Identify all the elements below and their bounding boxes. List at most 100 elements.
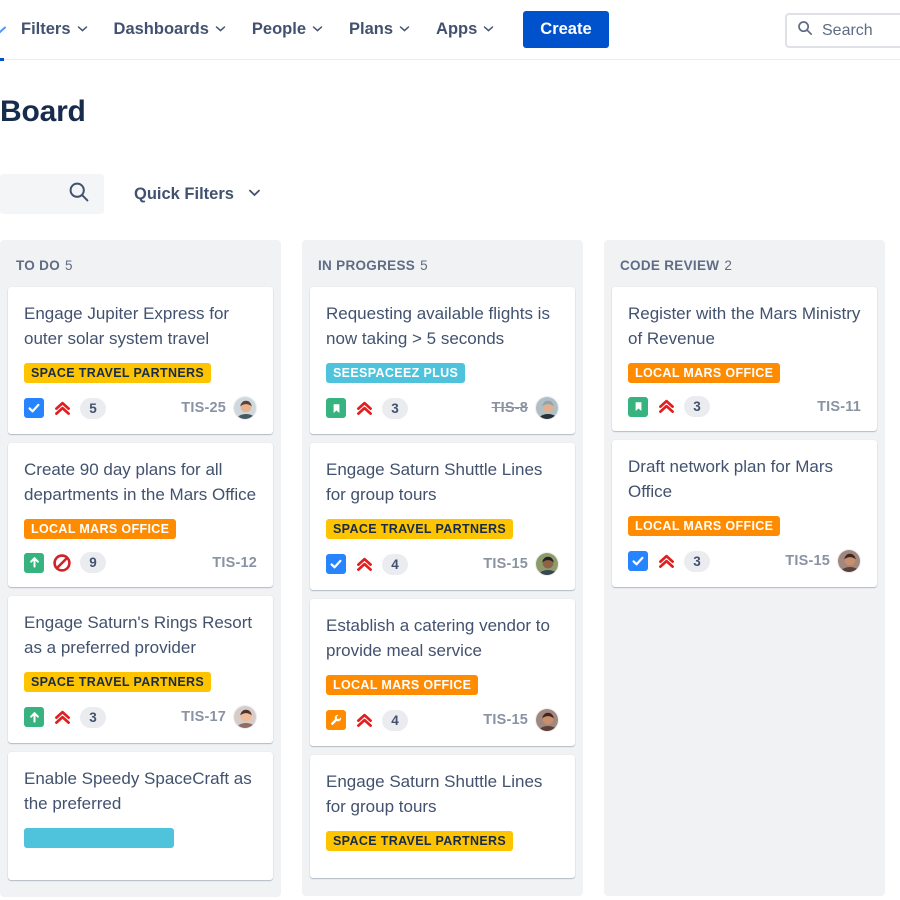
board-card[interactable]: Engage Jupiter Express for outer solar s… xyxy=(8,287,273,434)
card-footer: 5 TIS-25 xyxy=(24,396,257,420)
story-points-badge[interactable]: 4 xyxy=(382,553,408,575)
page-title: Board xyxy=(0,95,86,128)
board-column: IN PROGRESS 5 Requesting available flights… xyxy=(302,240,583,896)
chevron-down-icon xyxy=(248,185,261,204)
search-icon xyxy=(797,20,813,41)
board-card[interactable]: Engage Saturn Shuttle Lines for group to… xyxy=(310,443,575,590)
card-footer-right: TIS-11 xyxy=(817,399,861,415)
issue-key[interactable]: TIS-25 xyxy=(181,400,226,416)
active-tab-indicator xyxy=(0,57,4,61)
avatar[interactable] xyxy=(535,396,559,420)
card-footer-right: TIS-25 xyxy=(181,396,257,420)
story-points-badge[interactable]: 4 xyxy=(382,709,408,731)
task-checkbox-icon xyxy=(326,554,346,574)
card-title: Create 90 day plans for all departments … xyxy=(24,460,257,504)
card-footer: 3 TIS-11 xyxy=(628,396,861,417)
card-title: Enable Speedy SpaceCraft as the preferre… xyxy=(24,769,252,813)
card-title: Requesting available flights is now taki… xyxy=(326,304,550,348)
avatar[interactable] xyxy=(233,705,257,729)
card-label[interactable]: LOCAL MARS OFFICE xyxy=(326,675,479,695)
card-title: Engage Saturn Shuttle Lines for group to… xyxy=(326,772,543,816)
issue-key[interactable]: TIS-11 xyxy=(817,399,861,415)
avatar[interactable] xyxy=(837,549,861,573)
priority-highest-icon xyxy=(656,551,676,571)
chevron-down-icon xyxy=(77,20,88,39)
board-column: CODE REVIEW 2 Register with the Mars Minis… xyxy=(604,240,885,896)
card-label[interactable]: SPACE TRAVEL PARTNERS xyxy=(326,519,514,539)
card-label[interactable]: SPACE TRAVEL PARTNERS xyxy=(24,672,212,692)
issue-key[interactable]: TIS-8 xyxy=(492,400,528,416)
chevron-down-icon xyxy=(312,20,323,39)
quick-filters-label: Quick Filters xyxy=(134,184,234,203)
board-card[interactable]: Draft network plan for Mars Office LOCAL … xyxy=(612,440,877,587)
card-footer: 4 TIS-15 xyxy=(326,552,559,576)
card-title: Engage Saturn's Rings Resort as a prefer… xyxy=(24,613,253,657)
column-card-count: 2 xyxy=(724,258,733,273)
story-points-badge[interactable]: 5 xyxy=(80,397,106,419)
create-button[interactable]: Create xyxy=(523,11,609,48)
story-points-badge[interactable]: 3 xyxy=(684,550,710,572)
board-card[interactable]: Establish a catering vendor to provide m… xyxy=(310,599,575,746)
avatar[interactable] xyxy=(535,552,559,576)
nav-item-dashboards[interactable]: Dashboards xyxy=(101,0,239,60)
nav-item-people[interactable]: People xyxy=(239,0,336,60)
card-footer-right: TIS-15 xyxy=(785,549,861,573)
story-points-badge[interactable]: 9 xyxy=(80,552,106,573)
column-header: TO DO 5 xyxy=(8,240,273,287)
nav-item-label: Filters xyxy=(21,20,71,38)
maintenance-wrench-icon xyxy=(326,710,346,730)
board-card[interactable]: Create 90 day plans for all departments … xyxy=(8,443,273,587)
story-points-badge[interactable]: 3 xyxy=(684,396,710,417)
priority-highest-icon xyxy=(354,398,374,418)
story-points-badge[interactable]: 3 xyxy=(382,397,408,419)
card-label[interactable]: LOCAL MARS OFFICE xyxy=(628,363,781,383)
board-card[interactable]: Engage Saturn's Rings Resort as a prefer… xyxy=(8,596,273,743)
board-card[interactable]: Enable Speedy SpaceCraft as the preferre… xyxy=(8,752,273,880)
card-label[interactable] xyxy=(24,828,174,848)
kanban-board: TO DO 5 Engage Jupiter Express for outer s… xyxy=(0,240,900,897)
card-footer: 4 TIS-15 xyxy=(326,708,559,732)
global-search-input[interactable]: Search xyxy=(785,13,900,48)
issue-key[interactable]: TIS-15 xyxy=(785,553,830,569)
page-header: Board xyxy=(0,60,900,130)
board-card[interactable]: Register with the Mars Ministry of Reven… xyxy=(612,287,877,431)
card-title: Engage Saturn Shuttle Lines for group to… xyxy=(326,460,543,504)
board-search-input[interactable] xyxy=(0,174,104,214)
nav-item-filters[interactable]: Filters xyxy=(8,0,101,60)
priority-highest-icon xyxy=(354,554,374,574)
column-card-count: 5 xyxy=(420,258,428,273)
avatar[interactable] xyxy=(535,708,559,732)
issue-key[interactable]: TIS-12 xyxy=(212,555,257,571)
nav-item-label: People xyxy=(251,20,306,38)
story-points-badge[interactable]: 3 xyxy=(80,706,106,728)
nav-item-apps[interactable]: Apps xyxy=(423,0,507,60)
priority-highest-icon xyxy=(354,710,374,730)
board-card[interactable]: Engage Saturn Shuttle Lines for group to… xyxy=(310,755,575,878)
card-label[interactable]: SEESPACEEZ PLUS xyxy=(326,363,466,383)
nav-overflow-chevron-icon[interactable] xyxy=(0,0,8,61)
story-bookmark-icon xyxy=(628,396,648,417)
card-label[interactable]: LOCAL MARS OFFICE xyxy=(628,516,781,536)
chevron-down-icon xyxy=(215,20,226,39)
global-search-placeholder: Search xyxy=(822,21,873,39)
task-checkbox-icon xyxy=(24,398,44,418)
card-label[interactable]: LOCAL MARS OFFICE xyxy=(24,519,177,539)
chevron-down-icon xyxy=(399,20,410,39)
column-name: IN PROGRESS xyxy=(318,258,416,273)
card-footer-right: TIS-17 xyxy=(181,705,257,729)
column-header: IN PROGRESS 5 xyxy=(310,240,575,287)
issue-key[interactable]: TIS-17 xyxy=(181,709,226,725)
priority-highest-icon xyxy=(656,397,676,417)
nav-item-plans[interactable]: Plans xyxy=(336,0,423,60)
blocker-icon xyxy=(52,553,72,573)
card-label[interactable]: SPACE TRAVEL PARTNERS xyxy=(326,831,514,851)
column-name: CODE REVIEW xyxy=(620,258,720,273)
avatar[interactable] xyxy=(233,396,257,420)
quick-filters-dropdown[interactable]: Quick Filters xyxy=(118,185,261,204)
card-label[interactable]: SPACE TRAVEL PARTNERS xyxy=(24,363,212,383)
issue-key[interactable]: TIS-15 xyxy=(483,712,528,728)
card-footer-right: TIS-15 xyxy=(483,708,559,732)
board-card[interactable]: Requesting available flights is now taki… xyxy=(310,287,575,434)
issue-key[interactable]: TIS-15 xyxy=(483,556,528,572)
story-arrow-up-icon xyxy=(24,707,44,727)
